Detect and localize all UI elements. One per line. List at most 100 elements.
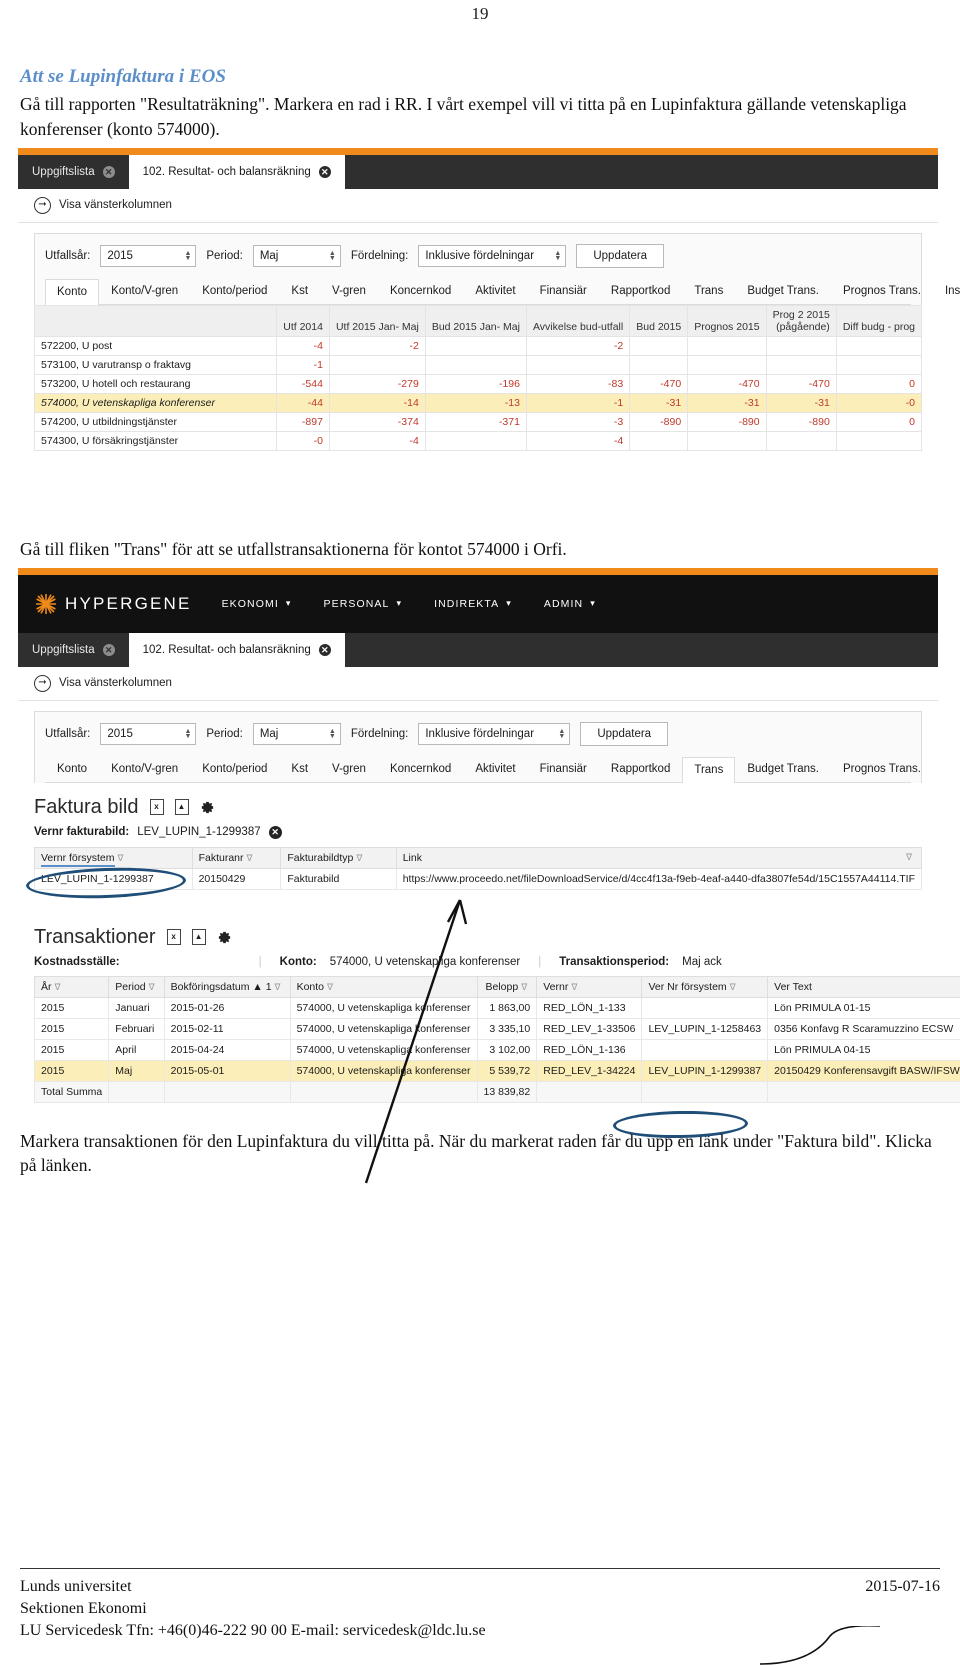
filter-funnel-icon[interactable]: ∇: [571, 982, 577, 993]
filter-funnel-icon[interactable]: ∇: [521, 982, 527, 993]
chevron-down-icon[interactable]: ▾: [506, 598, 512, 609]
subtab-budget-trans[interactable]: Budget Trans.: [735, 756, 831, 782]
gear-icon[interactable]: [217, 930, 232, 945]
table-row[interactable]: 2015 Maj 2015-05-01 574000, U vetenskapliga…: [33, 1059, 960, 1082]
table-row[interactable]: LEV_LUPIN_1-1299387 20150429 Fakturabild ht…: [34, 867, 923, 890]
filter-funnel-icon[interactable]: ∇: [356, 853, 362, 864]
filter-funnel-icon[interactable]: ∇: [906, 852, 912, 863]
tab-resultat-balansrakning[interactable]: 102. Resultat- och balansräkning ✕: [128, 154, 345, 189]
nav-item-personal[interactable]: PERSONAL ▾: [323, 598, 402, 610]
subtab-rapportkod[interactable]: Rapportkod: [599, 278, 682, 304]
subtab-prognos-trans[interactable]: Prognos Trans.: [831, 278, 933, 304]
gear-icon[interactable]: [200, 800, 215, 815]
cell-link[interactable]: https://www.proceedo.net/fileDownloadSer…: [395, 867, 923, 890]
pdf-export-icon[interactable]: ▲: [174, 799, 189, 816]
table-row[interactable]: 573100, U varutransp o fraktavg -1: [33, 354, 923, 375]
close-icon[interactable]: ✕: [318, 165, 331, 178]
pdf-export-icon[interactable]: ▲: [191, 929, 206, 946]
chevron-down-icon[interactable]: ▾: [590, 598, 596, 609]
subtab-inst-llningar[interactable]: Inställningar: [933, 278, 960, 304]
table-total-row: Total Summa 13 839,82: [33, 1080, 960, 1103]
spinner-icon[interactable]: ▲ ▼: [329, 250, 336, 262]
subtab-trans[interactable]: Trans: [682, 756, 736, 783]
subtab-konto-period[interactable]: Konto/period: [190, 278, 279, 304]
filter-funnel-icon[interactable]: ∇: [149, 982, 155, 993]
table-row[interactable]: 573200, U hotell och restaurang -544 -279-…: [33, 373, 923, 394]
table-row[interactable]: 2015 Februari 2015-02-11 574000, U vetenska…: [33, 1017, 960, 1040]
table-row[interactable]: 2015 April 2015-04-24 574000, U vetenskapli…: [33, 1038, 960, 1061]
subtab-konto-v-gren[interactable]: Konto/V-gren: [99, 278, 190, 304]
subtab-finansi-r[interactable]: Finansiär: [528, 756, 599, 782]
table-row[interactable]: 574000, U vetenskapliga konferenser -44 -1…: [33, 392, 923, 413]
table-row[interactable]: 2015 Januari 2015-01-26 574000, U vetenskap…: [33, 996, 960, 1019]
select-utfallsar[interactable]: 2015 ▲ ▼: [100, 722, 197, 745]
tab-resultat-balansrakning[interactable]: 102. Resultat- och balansräkning ✕: [128, 632, 345, 667]
subtab-v-gren[interactable]: V-gren: [320, 756, 378, 782]
subtab-konto[interactable]: Konto: [45, 278, 100, 305]
cell-account: 574300, U försäkringstjänster: [33, 430, 278, 451]
subtab-konto-v-gren[interactable]: Konto/V-gren: [99, 756, 190, 782]
close-icon[interactable]: ✕: [102, 643, 115, 656]
nav-item-indirekta[interactable]: INDIREKTA ▾: [434, 598, 512, 610]
select-period[interactable]: Maj ▲ ▼: [252, 244, 341, 267]
faktura-bild-table-wrap: Vernr försystem ∇ Fakturanr ∇ Fakturabildtyp…: [18, 846, 938, 900]
faktura-bild-title: Faktura bild: [34, 795, 139, 818]
select-period[interactable]: Maj ▲ ▼: [252, 722, 341, 745]
excel-export-icon[interactable]: x: [149, 799, 164, 816]
filter-funnel-icon[interactable]: ∇: [55, 982, 61, 993]
filter-funnel-icon[interactable]: ∇: [118, 853, 124, 864]
update-button[interactable]: Uppdatera: [576, 243, 665, 268]
cell-belopp: 3 102,00: [476, 1038, 538, 1061]
subtab-kst[interactable]: Kst: [279, 756, 320, 782]
filter-funnel-icon[interactable]: ∇: [730, 982, 736, 993]
subtab-budget-trans[interactable]: Budget Trans.: [735, 278, 831, 304]
subtab-finansi-r[interactable]: Finansiär: [528, 278, 599, 304]
subtab-rapportkod[interactable]: Rapportkod: [599, 756, 682, 782]
close-icon[interactable]: ✕: [318, 643, 331, 656]
cell-value: [687, 354, 767, 375]
subtab-konto-period[interactable]: Konto/period: [190, 756, 279, 782]
close-icon[interactable]: ✕: [102, 165, 115, 178]
clear-filter-icon[interactable]: ✕: [268, 825, 282, 839]
subtab-kst[interactable]: Kst: [279, 278, 320, 304]
select-utfallsar[interactable]: 2015 ▲ ▼: [100, 244, 197, 267]
subtab-koncernkod[interactable]: Koncernkod: [378, 756, 463, 782]
cell-ver-text: 20150429 Konferensavgift BASW/IFSW: [767, 1059, 960, 1082]
table-row[interactable]: 574200, U utbildningstjänster -897 -374 -37…: [33, 411, 923, 432]
select-fordelning[interactable]: Inklusive fördelningar ▲ ▼: [418, 244, 567, 267]
filter-label-utfallsar: Utfallsår:: [45, 249, 91, 262]
column-header-label: Link: [402, 851, 422, 864]
spinner-icon[interactable]: ▲ ▼: [184, 728, 191, 740]
tab-uppgiftslista[interactable]: Uppgiftslista ✕: [18, 155, 129, 189]
spinner-icon[interactable]: ▲ ▼: [329, 728, 336, 740]
filter-funnel-icon[interactable]: ∇: [275, 982, 281, 993]
subtab-trans[interactable]: Trans: [682, 278, 735, 304]
subtab-aktivitet[interactable]: Aktivitet: [463, 278, 527, 304]
select-value: Inklusive fördelningar: [425, 249, 535, 262]
subtab-konto[interactable]: Konto: [45, 756, 99, 782]
tab-uppgiftslista[interactable]: Uppgiftslista ✕: [18, 633, 129, 667]
total-empty-cell: [641, 1080, 769, 1103]
spinner-icon[interactable]: ▲ ▼: [558, 728, 565, 740]
subtab-v-gren[interactable]: V-gren: [320, 278, 378, 304]
cell-ver-nr-forsystem: [641, 996, 769, 1019]
filter-row: Utfallsår: 2015 ▲ ▼ Period: Maj ▲ ▼ Fördel…: [45, 243, 911, 268]
update-button[interactable]: Uppdatera: [580, 721, 669, 746]
spinner-icon[interactable]: ▲ ▼: [554, 250, 561, 262]
excel-export-icon[interactable]: x: [166, 929, 181, 946]
subtab-prognos-trans[interactable]: Prognos Trans.: [831, 756, 933, 782]
chevron-down-icon[interactable]: ▾: [286, 598, 292, 609]
filter-funnel-icon[interactable]: ∇: [247, 853, 253, 864]
nav-item-admin[interactable]: ADMIN ▾: [544, 598, 596, 610]
left-column-toggle-row[interactable]: ➞ Visa vänsterkolumnen: [18, 188, 938, 223]
chevron-down-icon[interactable]: ▾: [396, 598, 402, 609]
filter-funnel-icon[interactable]: ∇: [327, 982, 333, 993]
spinner-icon[interactable]: ▲ ▼: [184, 250, 191, 262]
left-column-toggle-row[interactable]: ➞ Visa vänsterkolumnen: [18, 666, 938, 701]
select-fordelning[interactable]: Inklusive fördelningar ▲ ▼: [418, 722, 571, 745]
nav-item-ekonomi[interactable]: EKONOMI ▾: [222, 598, 292, 610]
table-row[interactable]: 572200, U post -4 -2 -2: [33, 335, 923, 356]
subtab-koncernkod[interactable]: Koncernkod: [378, 278, 463, 304]
subtab-aktivitet[interactable]: Aktivitet: [463, 756, 527, 782]
table-row[interactable]: 574300, U försäkringstjänster -0 -4 -4: [33, 430, 923, 451]
